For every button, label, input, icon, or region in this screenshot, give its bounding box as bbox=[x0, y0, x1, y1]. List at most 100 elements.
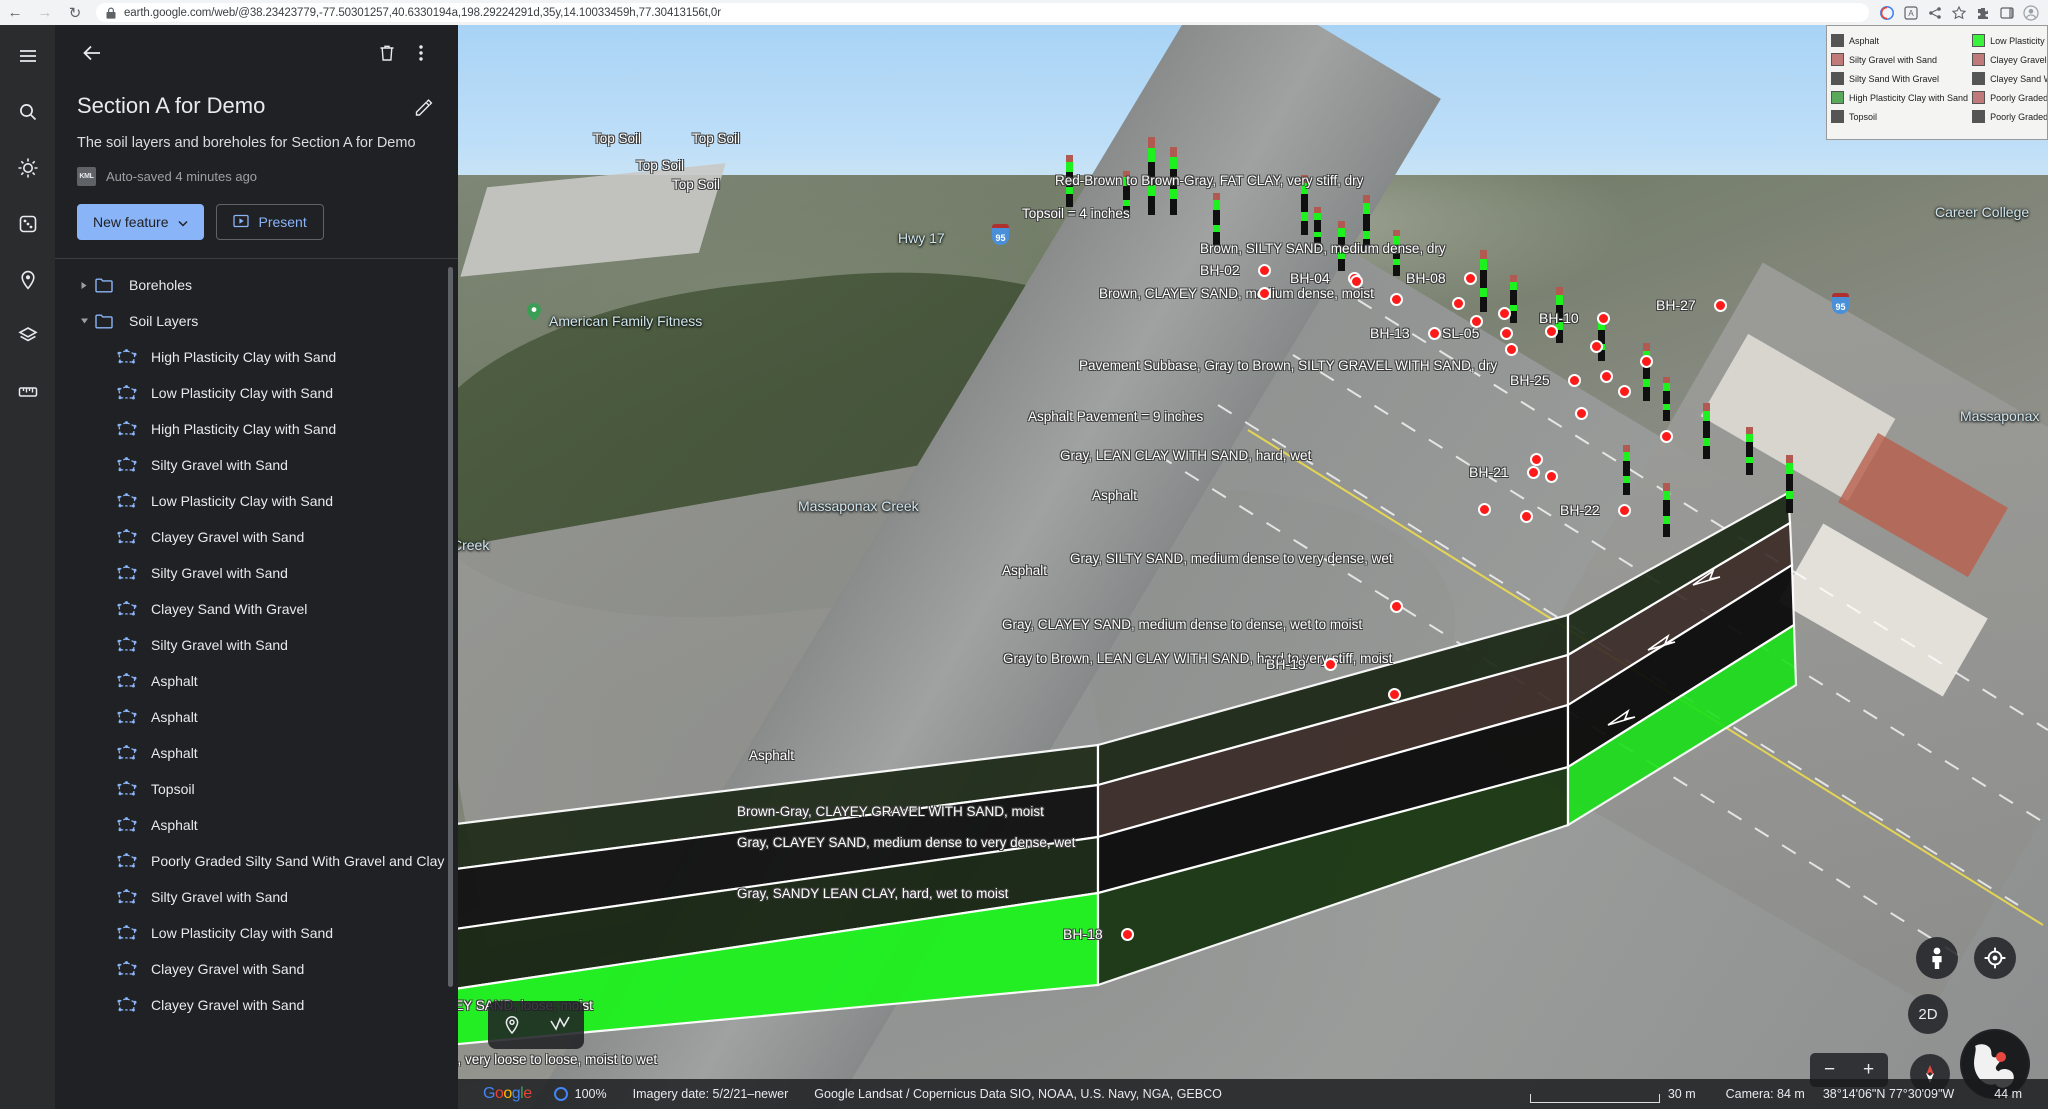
borehole-marker[interactable] bbox=[1258, 287, 1271, 300]
borehole-marker[interactable] bbox=[1545, 470, 1558, 483]
borehole-marker[interactable] bbox=[1568, 374, 1581, 387]
back-arrow-icon[interactable]: ← bbox=[0, 0, 30, 25]
tree-item-layer[interactable]: High Plasticity Clay with Sand bbox=[55, 339, 458, 375]
soil-legend: Asphalt Silty Gravel with Sand Silty Sand … bbox=[1826, 25, 2048, 140]
more-options-icon[interactable] bbox=[404, 36, 438, 70]
borehole-marker[interactable] bbox=[1350, 275, 1363, 288]
borehole-marker[interactable] bbox=[1545, 325, 1558, 338]
chevron-right-icon[interactable] bbox=[73, 281, 95, 290]
tree-item-label: Low Plasticity Clay with Sand bbox=[151, 493, 334, 509]
bookmark-star-icon[interactable] bbox=[1949, 3, 1969, 23]
chevron-down-icon[interactable] bbox=[73, 317, 95, 325]
borehole-marker[interactable] bbox=[1530, 453, 1543, 466]
borehole-marker[interactable] bbox=[1464, 272, 1477, 285]
address-bar[interactable]: earth.google.com/web/@38.23423779,-77.50… bbox=[96, 3, 1869, 22]
borehole-marker[interactable] bbox=[1575, 407, 1588, 420]
profile-icon[interactable] bbox=[2021, 3, 2041, 23]
borehole-marker[interactable] bbox=[1520, 510, 1533, 523]
share-icon[interactable] bbox=[1925, 3, 1945, 23]
tree-item-layer[interactable]: Asphalt bbox=[55, 735, 458, 771]
tree-item-layer[interactable]: Silty Gravel with Sand bbox=[55, 555, 458, 591]
search-icon[interactable] bbox=[11, 95, 45, 129]
place-pin-icon[interactable] bbox=[527, 303, 541, 321]
tree-item-layer[interactable]: Clayey Sand With Gravel bbox=[55, 1023, 458, 1029]
voyager-icon[interactable] bbox=[11, 151, 45, 185]
borehole-marker[interactable] bbox=[1390, 293, 1403, 306]
borehole-marker[interactable] bbox=[1600, 370, 1613, 383]
borehole-marker[interactable] bbox=[1527, 466, 1540, 479]
sidebar-icon[interactable] bbox=[1997, 3, 2017, 23]
interstate-shield-icon[interactable]: 95 bbox=[1832, 293, 1849, 314]
tree-item-layer[interactable]: Low Plasticity Clay with Sand bbox=[55, 483, 458, 519]
borehole-marker[interactable] bbox=[1258, 264, 1271, 277]
soil-description-label: Brown, CLAYEY SAND, medium dense, moist bbox=[1099, 286, 1374, 301]
measure-icon[interactable] bbox=[11, 375, 45, 409]
tree-scrollbar[interactable] bbox=[448, 267, 453, 987]
layers-icon[interactable] bbox=[11, 319, 45, 353]
pegman-button[interactable] bbox=[1916, 937, 1958, 979]
borehole-marker[interactable] bbox=[1324, 658, 1337, 671]
menu-icon[interactable] bbox=[11, 39, 45, 73]
borehole-marker[interactable] bbox=[1714, 299, 1727, 312]
borehole-marker[interactable] bbox=[1428, 327, 1441, 340]
extensions-puzzle-icon[interactable] bbox=[1973, 3, 1993, 23]
borehole-marker[interactable] bbox=[1500, 327, 1513, 340]
tree-item-layer[interactable]: Poorly Graded Silty Sand With Gravel and… bbox=[55, 843, 458, 879]
borehole-marker[interactable] bbox=[1388, 688, 1401, 701]
tree-item-layer[interactable]: Clayey Sand With Gravel bbox=[55, 591, 458, 627]
tree-item-layer[interactable]: Low Plasticity Clay with Sand bbox=[55, 375, 458, 411]
borehole-marker[interactable] bbox=[1640, 355, 1653, 368]
borehole-marker[interactable] bbox=[1478, 503, 1491, 516]
soil-description-label: Asphalt bbox=[1092, 488, 1138, 503]
page-title: Section A for Demo bbox=[77, 93, 266, 118]
tree-item-label: Low Plasticity Clay with Sand bbox=[151, 385, 334, 401]
im-feeling-lucky-icon[interactable] bbox=[11, 207, 45, 241]
back-button[interactable] bbox=[75, 36, 109, 70]
tree-item-layer[interactable]: Clayey Gravel with Sand bbox=[55, 519, 458, 555]
borehole-marker[interactable] bbox=[1470, 315, 1483, 328]
interstate-shield-icon[interactable]: 95 bbox=[992, 224, 1009, 245]
tree-item-layer[interactable]: Silty Gravel with Sand bbox=[55, 879, 458, 915]
tree-item-layer[interactable]: High Plasticity Clay with Sand bbox=[55, 411, 458, 447]
borehole-marker[interactable] bbox=[1505, 343, 1518, 356]
tree-item-layer[interactable]: Topsoil bbox=[55, 771, 458, 807]
tree-item-layer[interactable]: Low Plasticity Clay with Sand bbox=[55, 915, 458, 951]
tree-item-layer[interactable]: Clayey Gravel with Sand bbox=[55, 951, 458, 987]
tree-item-layer[interactable]: Asphalt bbox=[55, 807, 458, 843]
reload-icon[interactable]: ↻ bbox=[60, 0, 90, 25]
borehole-marker[interactable] bbox=[1597, 312, 1610, 325]
soil-description-label: Gray, LEAN CLAY WITH SAND, hard, wet bbox=[1060, 448, 1312, 463]
borehole-marker[interactable] bbox=[1618, 385, 1631, 398]
my-places-icon[interactable] bbox=[11, 263, 45, 297]
trash-icon[interactable] bbox=[370, 36, 404, 70]
tree-item-layer[interactable]: Silty Gravel with Sand bbox=[55, 627, 458, 663]
tree-item-layer[interactable]: Asphalt bbox=[55, 663, 458, 699]
legend-row: High Plasticity Clay with Sand bbox=[1831, 89, 1968, 106]
borehole-marker[interactable] bbox=[1121, 928, 1134, 941]
soil-description-label: SAND, very loose to loose, moist to wet bbox=[458, 1052, 658, 1067]
map-viewport[interactable]: Asphalt Silty Gravel with Sand Silty Sand … bbox=[458, 25, 2048, 1109]
scale-bar bbox=[1529, 1093, 1660, 1103]
borehole-marker[interactable] bbox=[1390, 600, 1403, 613]
borehole-label: BH-13 bbox=[1370, 325, 1410, 341]
google-apps-icon[interactable] bbox=[1877, 3, 1897, 23]
tree-folder-boreholes[interactable]: Boreholes bbox=[55, 267, 458, 303]
translate-icon[interactable]: A bbox=[1901, 3, 1921, 23]
borehole-marker[interactable] bbox=[1660, 430, 1673, 443]
imagery-date: Imagery date: 5/2/21–newer bbox=[632, 1087, 789, 1101]
path-measure-icon[interactable] bbox=[545, 1010, 575, 1040]
my-location-button[interactable] bbox=[1974, 937, 2016, 979]
tree-item-layer[interactable]: Clayey Gravel with Sand bbox=[55, 987, 458, 1023]
borehole-marker[interactable] bbox=[1452, 297, 1465, 310]
tree-item-layer[interactable]: Asphalt bbox=[55, 699, 458, 735]
place-marker-icon[interactable] bbox=[497, 1010, 527, 1040]
new-feature-button[interactable]: New feature bbox=[77, 204, 205, 240]
toggle-2d-button[interactable]: 2D bbox=[1908, 994, 1948, 1034]
edit-pencil-icon[interactable] bbox=[410, 94, 436, 120]
borehole-marker[interactable] bbox=[1498, 307, 1511, 320]
borehole-marker[interactable] bbox=[1590, 340, 1603, 353]
tree-item-layer[interactable]: Silty Gravel with Sand bbox=[55, 447, 458, 483]
present-button[interactable]: Present bbox=[216, 204, 324, 240]
borehole-marker[interactable] bbox=[1618, 504, 1631, 517]
tree-folder-soil-layers[interactable]: Soil Layers bbox=[55, 303, 458, 339]
